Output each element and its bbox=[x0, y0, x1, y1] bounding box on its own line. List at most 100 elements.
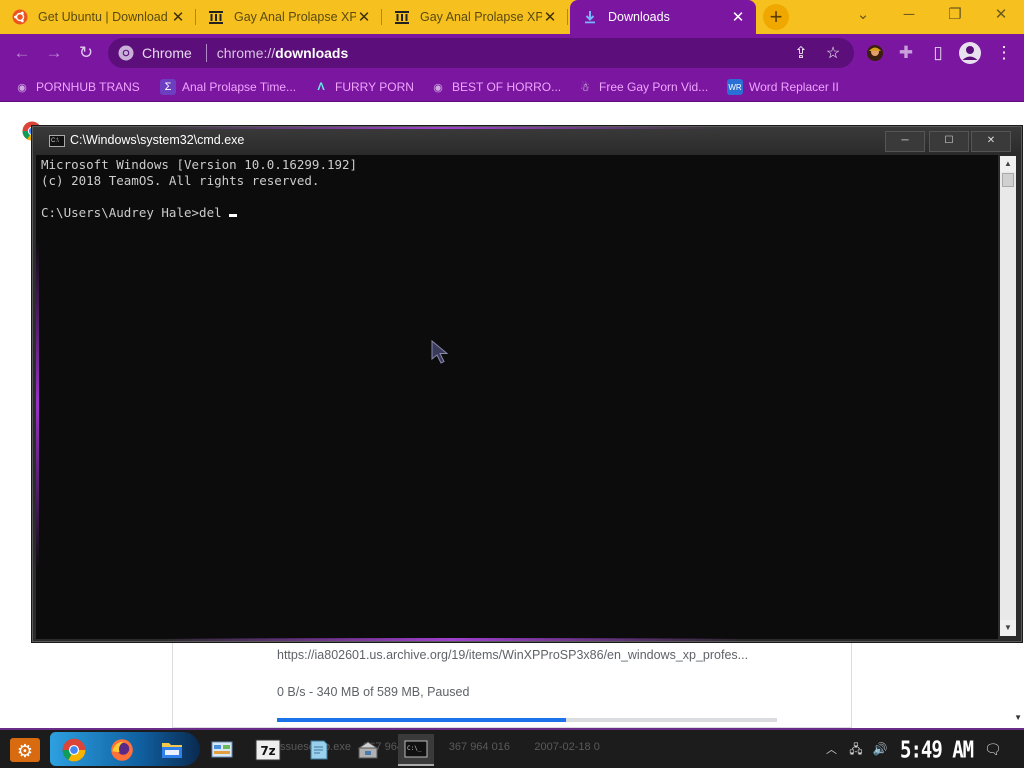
new-tab-button[interactable]: + bbox=[763, 4, 789, 30]
side-panel-icon[interactable]: ▯ bbox=[928, 43, 948, 63]
tab-get-ubuntu[interactable]: Get Ubuntu | Download ✕ bbox=[0, 0, 196, 34]
text-cursor bbox=[229, 214, 238, 217]
url-host: downloads bbox=[275, 45, 349, 61]
tab-title: Gay Anal Prolapse XP bbox=[420, 10, 542, 24]
bookmark-best-of-horror[interactable]: ◉ BEST OF HORRO... bbox=[430, 78, 561, 96]
ubuntu-icon bbox=[12, 9, 28, 25]
globe-icon: ◉ bbox=[17, 81, 27, 94]
tab-title: Downloads bbox=[608, 10, 670, 24]
profile-extension-icon[interactable] bbox=[866, 44, 884, 62]
volume-icon[interactable]: 🔊 bbox=[872, 742, 888, 756]
mouse-pointer-icon bbox=[431, 340, 449, 364]
archive-org-icon bbox=[395, 11, 409, 24]
scroll-up-arrow-icon[interactable]: ▲ bbox=[1000, 156, 1016, 172]
tab-archive-1[interactable]: Gay Anal Prolapse XP ✕ bbox=[196, 0, 382, 34]
extensions-puzzle-icon[interactable]: ✚ bbox=[896, 43, 916, 63]
bookmark-pornhub-trans[interactable]: ◉ PORNHUB TRANS bbox=[14, 78, 140, 96]
taskbar-clock[interactable]: 5:49 AM bbox=[900, 737, 974, 763]
cmd-window-title: C:\Windows\system32\cmd.exe bbox=[70, 133, 245, 147]
scroll-down-arrow-icon[interactable]: ▼ bbox=[1000, 620, 1016, 636]
taskbar-cmd[interactable]: C:\_ bbox=[398, 734, 434, 766]
page-scroll-down-arrow[interactable]: ▼ bbox=[1014, 713, 1022, 722]
chrome-menu-icon[interactable]: ⋮ bbox=[994, 43, 1014, 63]
site-chip-label: Chrome bbox=[142, 45, 192, 61]
taskbar-7zip[interactable]: 7z bbox=[250, 734, 286, 766]
cmd-scrollbar[interactable]: ▲ ▼ bbox=[1000, 156, 1016, 636]
control-panel-icon bbox=[211, 741, 233, 758]
tab-archive-2[interactable]: Gay Anal Prolapse XP ✕ bbox=[382, 0, 568, 34]
minimize-button[interactable]: ─ bbox=[886, 0, 932, 30]
tab-close-icon[interactable]: ✕ bbox=[542, 8, 558, 26]
bookmark-word-replacer[interactable]: WR Word Replacer II bbox=[727, 78, 839, 96]
omnibox-divider bbox=[205, 44, 207, 62]
tab-downloads[interactable]: Downloads ✕ bbox=[570, 0, 756, 34]
cmd-icon: C:\_ bbox=[404, 740, 428, 758]
taskbar-notepad[interactable] bbox=[300, 734, 336, 766]
address-bar[interactable]: Chrome chrome://downloads ⇪ ☆ bbox=[108, 38, 854, 68]
restore-button[interactable]: ❐ bbox=[932, 0, 978, 30]
bookmark-label: BEST OF HORRO... bbox=[452, 80, 562, 94]
back-button[interactable]: ← bbox=[12, 43, 32, 63]
cmd-app-icon: C:\ bbox=[49, 135, 65, 147]
cmd-console[interactable]: Microsoft Windows [Version 10.0.16299.19… bbox=[36, 155, 998, 639]
start-button[interactable]: ⚙ bbox=[8, 736, 42, 764]
share-icon[interactable]: ⇪ bbox=[792, 45, 810, 63]
close-button[interactable]: ✕ bbox=[978, 0, 1024, 30]
tab-close-icon[interactable]: ✕ bbox=[730, 8, 746, 26]
url-scheme: chrome:// bbox=[216, 45, 276, 61]
bookmark-furry-porn[interactable]: Λ FURRY PORN bbox=[313, 78, 414, 96]
archive-org-icon bbox=[209, 11, 223, 24]
bookmark-anal-prolapse-time[interactable]: Σ Anal Prolapse Time... bbox=[160, 78, 296, 96]
cmd-close-button[interactable]: ✕ bbox=[971, 131, 1011, 152]
scroll-thumb[interactable] bbox=[1002, 173, 1014, 187]
bookmark-label: Anal Prolapse Time... bbox=[182, 80, 297, 94]
action-center-icon[interactable]: 🗨 bbox=[984, 742, 1002, 756]
svg-text:C:\_: C:\_ bbox=[407, 745, 422, 752]
bookmark-label: FURRY PORN bbox=[335, 80, 414, 94]
folder-icon bbox=[162, 743, 182, 758]
lambda-icon: Λ bbox=[317, 81, 325, 93]
taskbar-firefox[interactable] bbox=[104, 734, 140, 766]
cmd-minimize-button[interactable]: ─ bbox=[885, 131, 925, 152]
forward-button[interactable]: → bbox=[44, 43, 64, 63]
bookmark-star-icon[interactable]: ☆ bbox=[824, 45, 842, 63]
download-progress-fill bbox=[277, 718, 566, 722]
chrome-icon bbox=[62, 738, 86, 762]
tab-search-button[interactable]: ⌄ bbox=[840, 0, 886, 30]
taskbar-file-explorer[interactable] bbox=[154, 734, 190, 766]
tray-overflow-chevron-icon[interactable]: ︿ bbox=[826, 741, 837, 757]
browser-toolbar: ← → ↻ Chrome chrome://downloads ⇪ ☆ ✚ ▯ … bbox=[0, 34, 1024, 72]
site-chip[interactable]: Chrome bbox=[108, 45, 192, 61]
tab-strip: Get Ubuntu | Download ✕ Gay Anal Prolaps… bbox=[0, 0, 1024, 34]
cmd-maximize-button[interactable]: ☐ bbox=[929, 131, 969, 152]
sigma-icon: Σ bbox=[160, 79, 176, 95]
wr-extension-icon: WR bbox=[727, 79, 743, 95]
globe-icon: ◉ bbox=[433, 81, 443, 94]
bookmark-free-gay-porn[interactable]: ☃ Free Gay Porn Vid... bbox=[577, 78, 708, 96]
console-prompt: C:\Users\Audrey Hale>del bbox=[41, 205, 230, 220]
bookmark-label: Word Replacer II bbox=[749, 80, 839, 94]
taskbar-chrome[interactable] bbox=[56, 734, 92, 766]
7zip-icon: 7z bbox=[255, 739, 281, 761]
download-url-link[interactable]: https://ia802601.us.archive.org/19/items… bbox=[277, 648, 748, 662]
svg-text:⚙: ⚙ bbox=[17, 741, 33, 762]
reload-button[interactable]: ↻ bbox=[76, 43, 96, 63]
taskbar-installer[interactable] bbox=[350, 734, 386, 766]
bookmarks-bar: ◉ PORNHUB TRANS Σ Anal Prolapse Time... … bbox=[0, 72, 1024, 102]
ghost-icon: ☃ bbox=[580, 81, 590, 94]
network-icon[interactable]: 🖧 bbox=[848, 742, 864, 756]
console-line: Microsoft Windows [Version 10.0.16299.19… bbox=[41, 157, 358, 172]
console-prompt-line[interactable]: C:\Users\Audrey Hale>del bbox=[41, 205, 993, 221]
notepad-icon bbox=[310, 740, 328, 760]
tab-close-icon[interactable]: ✕ bbox=[170, 8, 186, 26]
tab-close-icon[interactable]: ✕ bbox=[356, 8, 372, 26]
window-glow-accent bbox=[163, 638, 741, 641]
taskbar-control-panel[interactable] bbox=[204, 734, 240, 766]
download-progress-bar bbox=[277, 718, 777, 722]
cmd-titlebar[interactable]: C:\ C:\Windows\system32\cmd.exe ─ ☐ ✕ bbox=[33, 127, 1021, 155]
download-icon bbox=[585, 11, 595, 24]
avatar[interactable] bbox=[958, 41, 982, 65]
tab-title: Gay Anal Prolapse XP bbox=[234, 10, 356, 24]
download-status-text: 0 B/s - 340 MB of 589 MB, Paused bbox=[277, 685, 470, 699]
